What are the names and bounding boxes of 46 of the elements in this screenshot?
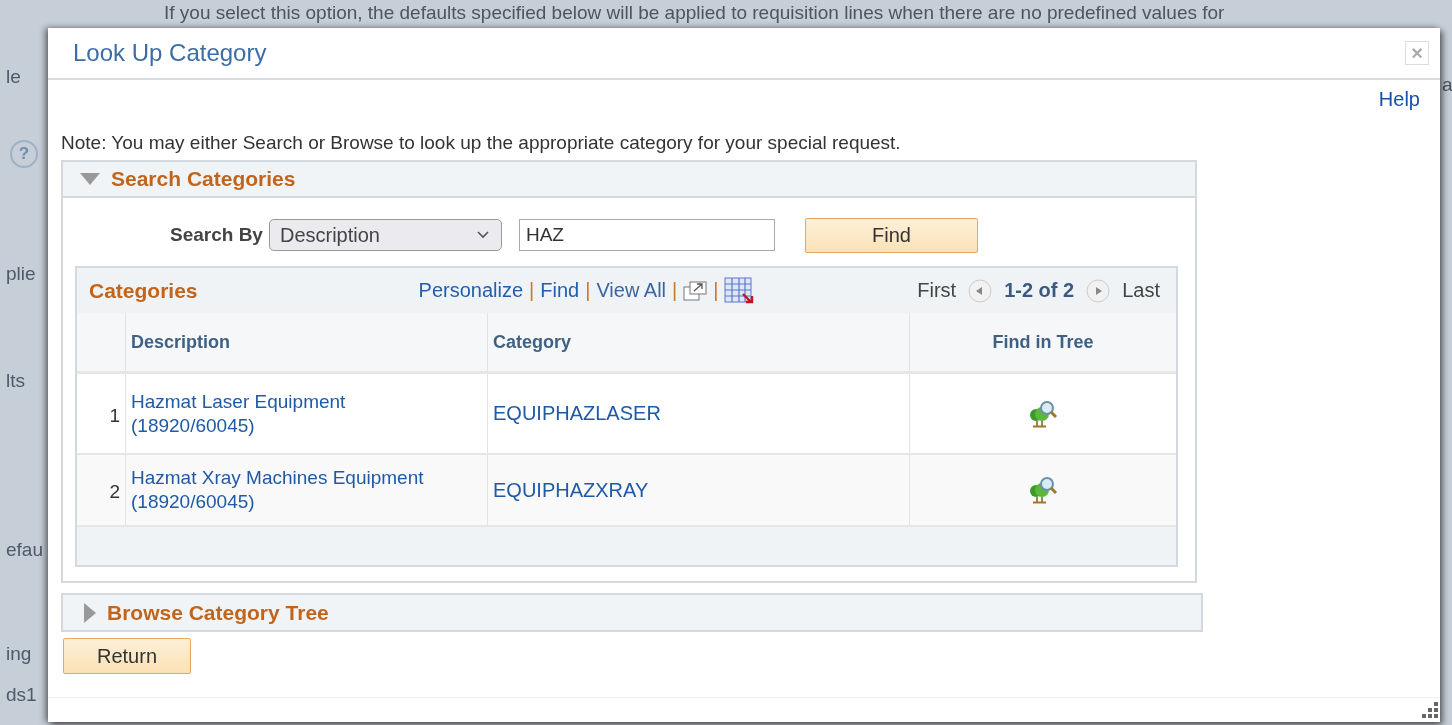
page-label: efau xyxy=(6,539,43,561)
chevron-down-icon xyxy=(476,231,489,239)
category-link[interactable]: EQUIPHAZXRAY xyxy=(493,478,649,501)
grid-title: Categories xyxy=(89,278,198,303)
separator: | xyxy=(529,279,535,302)
grid-link[interactable]: View All xyxy=(596,279,667,302)
search-by-dropdown[interactable]: Description xyxy=(268,219,502,251)
separator: | xyxy=(713,279,719,302)
column-header: Category xyxy=(487,313,910,373)
previous-icon[interactable] xyxy=(968,278,993,303)
description-link[interactable]: Hazmat Laser Equipment (18920/60045) xyxy=(131,389,346,438)
column-header: Description xyxy=(125,313,488,373)
separator: | xyxy=(585,279,591,302)
separator: | xyxy=(672,279,678,302)
expand-triangle-icon xyxy=(83,601,97,624)
page-label: ds1 xyxy=(6,684,37,706)
page-label: plie xyxy=(6,263,36,285)
section-header[interactable]: Search Categories xyxy=(63,162,1195,196)
field-label: Search By xyxy=(170,224,263,246)
page-label: ing xyxy=(6,643,32,665)
tree-search-icon[interactable] xyxy=(1028,398,1058,429)
tree-search-icon[interactable] xyxy=(1028,475,1058,505)
page-label: lts xyxy=(6,370,25,392)
page-label: a xyxy=(1442,74,1452,96)
search-field[interactable]: HAZ xyxy=(518,219,775,251)
last-link[interactable]: Last xyxy=(1122,279,1160,302)
collapse-triangle-icon xyxy=(79,172,101,186)
find-button[interactable]: Find xyxy=(804,217,978,253)
resize-grip-icon[interactable] xyxy=(1420,700,1440,720)
next-icon[interactable] xyxy=(1086,278,1111,303)
return-button[interactable]: Return xyxy=(63,638,191,674)
help-link[interactable]: Help xyxy=(1378,88,1420,118)
note-text: Note: You may either Search or Browse to look up the appropriate category for your special request. xyxy=(60,131,902,155)
grid-link[interactable]: Personalize xyxy=(418,279,524,302)
page-range: 1-2 of 2 xyxy=(1004,279,1075,302)
spreadsheet-download-icon[interactable] xyxy=(724,276,755,305)
page-label: le xyxy=(6,66,21,88)
first-link[interactable]: First xyxy=(917,279,957,302)
dialog-title: Look Up Category xyxy=(73,39,267,67)
column-header: Find in Tree xyxy=(909,313,1176,373)
section-header[interactable]: Browse Category Tree xyxy=(63,595,1201,630)
new-window-icon[interactable] xyxy=(683,280,708,301)
row-number: 2 xyxy=(77,454,126,526)
page-text: If you select this option, the defaults specified below will be applied to requisition lines when there are no predefined values for xyxy=(164,2,1225,24)
grid-link[interactable]: Find xyxy=(540,279,580,302)
category-link[interactable]: EQUIPHAZLASER xyxy=(493,402,661,424)
